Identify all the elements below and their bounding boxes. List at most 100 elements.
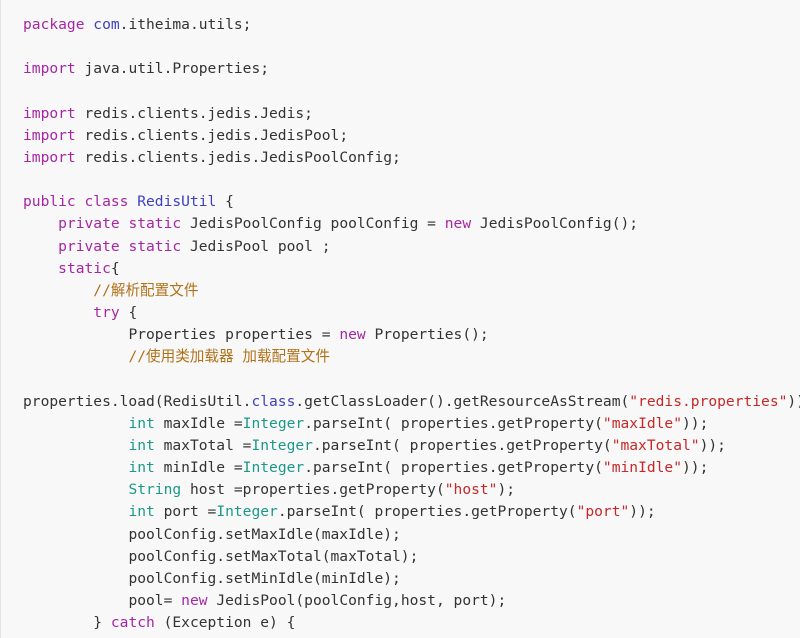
code-line: //解析配置文件	[1, 280, 800, 302]
code-token-pln: java.util.Properties;	[84, 60, 270, 78]
code-token-typ: Integer	[216, 503, 278, 521]
code-token-pln: }	[93, 614, 111, 632]
code-line: int maxIdle =Integer.parseInt( propertie…	[1, 413, 800, 435]
code-token-typ: Integer	[251, 436, 313, 454]
code-token-cls: class	[251, 392, 296, 410]
code-token-kw: import	[23, 60, 85, 78]
code-token-pln: maxIdle =	[154, 414, 243, 432]
code-token-pln: JedisPool(poolConfig,host, port);	[216, 592, 507, 610]
code-token-pln: .parseInt( properties.getProperty(	[277, 503, 577, 521]
code-token-pln: .parseInt( properties.getProperty(	[304, 459, 603, 477]
code-line: poolConfig.setMinIdle(minIdle);	[1, 568, 800, 590]
code-token-pln: pool=	[128, 592, 182, 610]
code-token-pln: maxTotal =	[154, 436, 252, 454]
code-token-kw: import	[23, 148, 85, 166]
code-token-kw: new	[444, 215, 480, 233]
code-token-pln: ));	[787, 392, 800, 410]
code-token-kw: private static	[58, 237, 190, 255]
code-token-str: "host"	[444, 481, 498, 499]
code-line: int minIdle =Integer.parseInt( propertie…	[1, 457, 800, 479]
code-token-pln: ));	[699, 436, 726, 454]
code-token-pln: {	[128, 304, 138, 322]
code-token-str: "port"	[576, 503, 630, 521]
code-token-pln: {	[110, 259, 120, 277]
code-token-kw: package	[23, 16, 94, 33]
code-token-pln: port =	[154, 503, 217, 521]
code-token-kw: private static	[58, 215, 190, 233]
code-token-kw: static	[58, 259, 111, 277]
code-token-typ: int	[128, 459, 155, 477]
code-token-pln: {	[216, 193, 234, 211]
code-token-str: "maxIdle"	[602, 414, 682, 432]
code-token-str: "maxTotal"	[611, 436, 700, 454]
code-token-typ: int	[128, 436, 155, 454]
code-line: String host =properties.getProperty("hos…	[1, 479, 800, 501]
code-token-pln: ));	[682, 414, 709, 432]
code-line: private static JedisPoolConfig poolConfi…	[1, 213, 800, 235]
code-token-pln: JedisPool pool ;	[189, 237, 331, 255]
code-token-pln: );	[497, 481, 516, 499]
code-line: poolConfig.setMaxTotal(maxTotal);	[1, 546, 800, 568]
code-token-pln: poolConfig.setMaxIdle(maxIdle);	[128, 525, 401, 543]
code-line: //使用类加载器 加载配置文件	[1, 346, 800, 368]
code-token-typ: Integer	[242, 414, 305, 432]
code-token-pln: .itheima.utils;	[119, 16, 252, 33]
code-token-pln: properties.load(RedisUtil.	[23, 392, 252, 410]
code-line: import redis.clients.jedis.JedisPoolConf…	[1, 147, 800, 169]
code-token-pln: .parseInt( properties.getProperty(	[312, 436, 612, 454]
code-token-kw: catch	[110, 614, 164, 632]
code-token-cls: RedisUtil	[137, 193, 217, 211]
source-code-block[interactable]: package com.itheima.utils; import java.u…	[1, 0, 800, 634]
code-line: import java.util.Properties;	[1, 58, 800, 80]
code-token-pln: ));	[629, 503, 656, 521]
code-token-pln: redis.clients.jedis.JedisPool;	[84, 126, 349, 144]
code-token-kw: new	[339, 326, 375, 344]
code-line: poolConfig.setMaxIdle(maxIdle);	[1, 524, 800, 546]
code-token-kw: import	[23, 126, 85, 144]
code-token-pln: ));	[682, 459, 709, 477]
code-line: try {	[1, 302, 800, 324]
code-line: } catch (Exception e) {	[1, 612, 800, 634]
code-line: pool= new JedisPool(poolConfig,host, por…	[1, 590, 800, 612]
code-token-kw: new	[181, 592, 217, 610]
code-line: Properties properties = new Properties()…	[1, 324, 800, 346]
code-token-typ: int	[128, 414, 155, 432]
code-token-kw: public class	[23, 193, 138, 211]
code-token-pln: JedisPoolConfig();	[479, 215, 639, 233]
code-token-typ: String	[128, 481, 182, 499]
code-line: package com.itheima.utils;	[1, 14, 800, 36]
code-token-typ: Integer	[242, 459, 305, 477]
code-line: import redis.clients.jedis.Jedis;	[1, 103, 800, 125]
code-line: private static JedisPool pool ;	[1, 236, 800, 258]
code-token-pln: minIdle =	[154, 459, 243, 477]
code-viewer[interactable]: package com.itheima.utils; import java.u…	[0, 0, 800, 638]
code-token-str: "minIdle"	[602, 459, 682, 477]
code-token-pln: poolConfig.setMinIdle(minIdle);	[128, 569, 401, 587]
code-token-pln: redis.clients.jedis.JedisPoolConfig;	[84, 148, 401, 166]
code-token-pln: JedisPoolConfig poolConfig =	[189, 215, 445, 233]
code-line: public class RedisUtil {	[1, 191, 800, 213]
code-token-pln: redis.clients.jedis.Jedis;	[84, 104, 313, 122]
code-token-pln: host =properties.getProperty(	[181, 481, 445, 499]
code-token-pln: Properties();	[374, 326, 489, 344]
code-token-str: "redis.properties"	[629, 392, 788, 410]
code-token-cls: com	[93, 16, 120, 33]
code-token-cmt: //解析配置文件	[93, 281, 199, 299]
code-line: int maxTotal =Integer.parseInt( properti…	[1, 435, 800, 457]
code-token-pln: Properties properties =	[128, 326, 340, 344]
code-line: import redis.clients.jedis.JedisPool;	[1, 125, 800, 147]
code-line: static{	[1, 258, 800, 280]
code-line: int port =Integer.parseInt( properties.g…	[1, 501, 800, 523]
code-token-kw: try	[93, 304, 129, 322]
code-token-kw: import	[23, 104, 85, 122]
code-token-cmt: //使用类加载器 加载配置文件	[128, 348, 330, 366]
code-token-pln: .parseInt( properties.getProperty(	[304, 414, 603, 432]
code-token-typ: int	[128, 503, 155, 521]
code-token-pln: (Exception e) {	[163, 614, 296, 632]
code-token-pln: poolConfig.setMaxTotal(maxTotal);	[128, 547, 419, 565]
code-line: properties.load(RedisUtil.class.getClass…	[1, 391, 800, 413]
